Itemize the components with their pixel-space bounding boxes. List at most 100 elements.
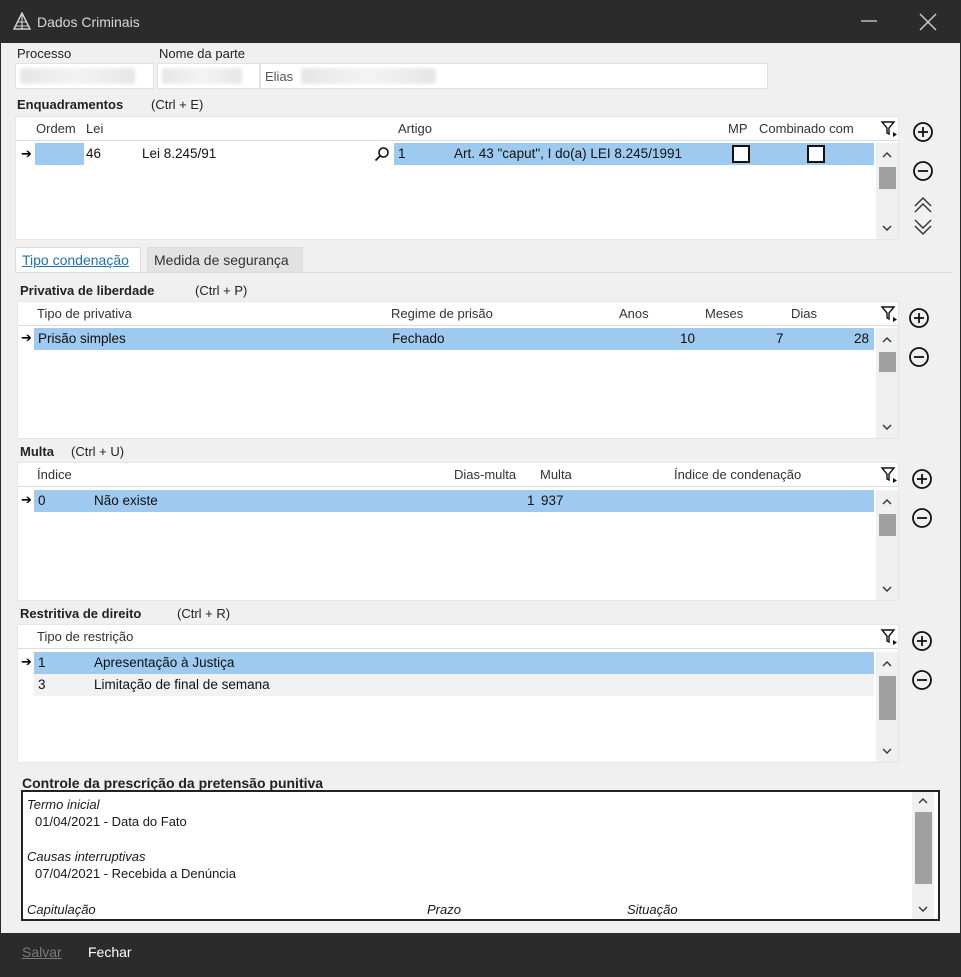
search-icon[interactable]	[374, 146, 390, 162]
scroll-down-icon[interactable]	[880, 420, 894, 434]
footer-bar: Salvar Fechar	[1, 933, 960, 976]
col-dias[interactable]: Dias	[791, 306, 817, 321]
scroll-up-icon[interactable]	[880, 148, 894, 162]
cell-multa: 937	[541, 493, 564, 508]
table-row[interactable]: Prisão simples Fechado 10 7 28	[34, 328, 874, 350]
col-indice[interactable]: Índice	[37, 467, 72, 482]
tab-tipo-condenacao[interactable]: Tipo condenação	[15, 247, 141, 273]
scroll-thumb[interactable]	[879, 352, 896, 372]
col-artigo[interactable]: Artigo	[398, 121, 432, 136]
scroll-down-icon[interactable]	[880, 744, 894, 758]
processo-field[interactable]	[15, 63, 154, 89]
add-privativa-icon[interactable]	[907, 306, 931, 330]
col-ordem[interactable]: Ordem	[36, 121, 76, 136]
fechar-button[interactable]: Fechar	[88, 944, 132, 960]
filter-icon[interactable]	[880, 305, 898, 323]
move-down-icon[interactable]	[911, 215, 935, 239]
tab-medida-seguranca[interactable]: Medida de segurança	[147, 247, 303, 273]
scroll-thumb[interactable]	[915, 812, 932, 884]
col-tipo-restricao[interactable]: Tipo de restrição	[37, 629, 133, 644]
col-lei[interactable]: Lei	[86, 121, 103, 136]
add-enquadramento-icon[interactable]	[911, 120, 935, 144]
remove-privativa-icon[interactable]	[907, 345, 931, 369]
col-combinado[interactable]: Combinado com	[759, 121, 854, 136]
filter-icon[interactable]	[880, 120, 898, 138]
redacted-value	[301, 68, 436, 84]
cell-codigo: 1	[38, 655, 46, 670]
minimize-icon[interactable]	[857, 9, 881, 33]
add-restritiva-icon[interactable]	[910, 629, 934, 653]
mp-checkbox[interactable]	[732, 145, 750, 163]
prescricao-title: Controle da prescrição da pretensão puni…	[22, 775, 324, 791]
col-regime[interactable]: Regime de prisão	[391, 306, 493, 321]
close-icon[interactable]	[915, 9, 941, 35]
grid-header: Tipo de privativa Regime de prisão Anos …	[18, 302, 898, 326]
cell-artigo: Art. 43 "caput", I do(a) LEI 8.245/1991	[454, 146, 682, 161]
remove-enquadramento-icon[interactable]	[911, 159, 935, 183]
multa-grid[interactable]: Índice Dias-multa Multa Índice de conden…	[17, 462, 899, 601]
restritiva-title: Restritiva de direito	[20, 606, 142, 621]
dialog-content: Processo Nome da parte Elias Enquadramen…	[1, 43, 960, 933]
cell-dias-multa: 1	[527, 493, 535, 508]
row-pointer-icon: ➔	[21, 492, 32, 507]
scroll-up-icon[interactable]	[916, 794, 930, 808]
filter-icon[interactable]	[880, 628, 898, 646]
col-tipo-privativa[interactable]: Tipo de privativa	[37, 306, 132, 321]
nome-parte-field[interactable]: Elias	[260, 63, 768, 89]
remove-multa-icon[interactable]	[910, 506, 934, 530]
scroll-up-icon[interactable]	[880, 495, 894, 509]
cell-meses: 7	[776, 331, 784, 346]
cell-regime: Fechado	[392, 331, 445, 346]
nome-parte-label: Nome da parte	[159, 46, 245, 61]
nome-parte-value: Elias	[265, 69, 294, 84]
vertical-scrollbar[interactable]	[876, 490, 898, 600]
cell-descricao: Apresentação à Justiça	[94, 655, 235, 670]
col-prazo: Prazo	[427, 902, 461, 917]
col-anos[interactable]: Anos	[619, 306, 649, 321]
multa-shortcut: (Ctrl + U)	[71, 444, 125, 459]
move-up-icon[interactable]	[911, 193, 935, 217]
enquadramentos-shortcut: (Ctrl + E)	[151, 97, 204, 112]
scroll-down-icon[interactable]	[916, 902, 930, 916]
vertical-scrollbar[interactable]	[876, 143, 898, 239]
table-row[interactable]: ➔ 46 Lei 8.245/91 1 Art. 43 "caput", I d…	[16, 143, 874, 165]
vertical-scrollbar[interactable]	[876, 328, 898, 438]
remove-restritiva-icon[interactable]	[910, 668, 934, 692]
ordem-prefix-cell	[35, 143, 84, 165]
col-multa[interactable]: Multa	[540, 467, 572, 482]
vertical-scrollbar[interactable]	[876, 652, 898, 762]
table-row[interactable]: 1 Apresentação à Justiça	[34, 652, 874, 674]
cell-descricao: Limitação de final de semana	[94, 677, 270, 692]
enquadramentos-grid[interactable]: Ordem Lei Artigo MP Combinado com ➔ 46 L…	[15, 116, 899, 240]
parte-codigo-field[interactable]	[157, 63, 260, 89]
scroll-up-icon[interactable]	[880, 657, 894, 671]
table-row[interactable]: 3 Limitação de final de semana	[34, 674, 874, 696]
scroll-thumb[interactable]	[879, 514, 896, 536]
table-row[interactable]: 0 Não existe 1 937	[34, 490, 874, 512]
add-multa-icon[interactable]	[910, 467, 934, 491]
cell-indice: 0	[38, 493, 46, 508]
scroll-up-icon[interactable]	[880, 333, 894, 347]
filter-icon[interactable]	[880, 466, 898, 484]
grid-header: Tipo de restrição	[18, 625, 898, 649]
col-meses[interactable]: Meses	[705, 306, 743, 321]
dialog-window: Dados Criminais Processo Nome da parte E…	[0, 0, 961, 977]
scroll-down-icon[interactable]	[880, 582, 894, 596]
combinado-checkbox[interactable]	[807, 145, 825, 163]
redacted-value	[20, 68, 135, 84]
col-mp[interactable]: MP	[728, 121, 748, 136]
col-dias-multa[interactable]: Dias-multa	[454, 467, 516, 482]
prescricao-box[interactable]: Termo inicial 01/04/2021 - Data do Fato …	[21, 790, 940, 921]
cell-dias: 28	[854, 331, 870, 346]
privativa-shortcut: (Ctrl + P)	[195, 283, 248, 298]
salvar-button[interactable]: Salvar	[22, 944, 62, 960]
redacted-value	[162, 68, 242, 84]
scroll-thumb[interactable]	[879, 676, 896, 720]
scroll-thumb[interactable]	[879, 167, 896, 189]
vertical-scrollbar[interactable]	[912, 792, 934, 919]
col-indice-condenacao[interactable]: Índice de condenação	[674, 467, 801, 482]
window-title: Dados Criminais	[37, 14, 140, 30]
privativa-grid[interactable]: Tipo de privativa Regime de prisão Anos …	[17, 301, 899, 439]
scroll-down-icon[interactable]	[880, 221, 894, 235]
restritiva-grid[interactable]: Tipo de restrição 1 Apresentação à Justi…	[17, 624, 899, 763]
